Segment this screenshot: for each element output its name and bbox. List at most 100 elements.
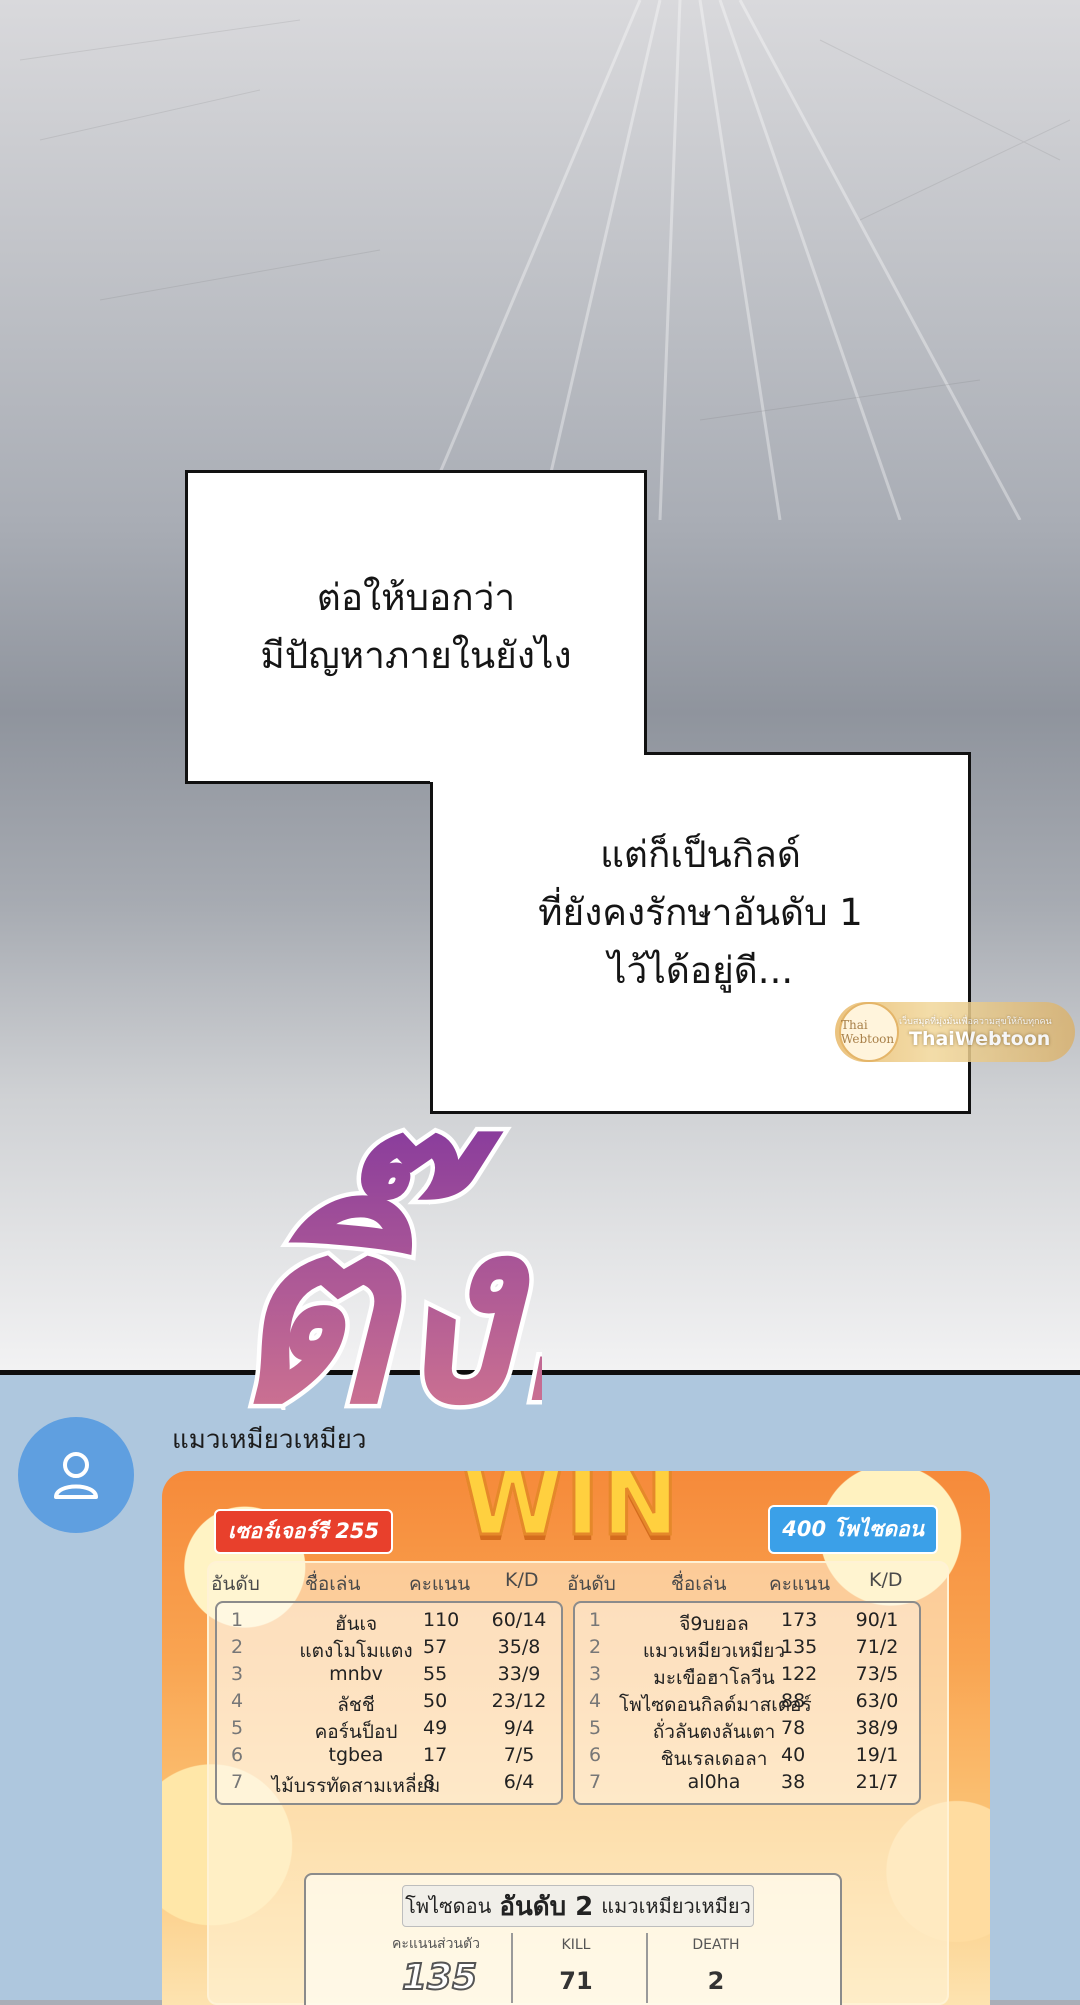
summary-player: แมวเหมียวเหมียว	[601, 1894, 751, 1918]
right-cell-rank: 6	[589, 1744, 602, 1766]
left-cell-rank: 2	[231, 1636, 244, 1658]
stat-divider-2	[646, 1933, 648, 2003]
left-cell-score: 49	[423, 1717, 448, 1739]
summary-title: โพไซดอน อันดับ 2 แมวเหมียวเหมียว	[402, 1885, 754, 1927]
left-cell-rank: 3	[231, 1663, 244, 1685]
right-table-row: 4 โพไซดอนกิลด์มาสเตอร์ 88 63/0	[575, 1690, 919, 1717]
right-table-row: 5 ถั่วลันตงลันเตา 78 38/9	[575, 1717, 919, 1744]
left-cell-score: 110	[423, 1609, 460, 1631]
right-cell-rank: 5	[589, 1717, 602, 1739]
sfx-ting: ติ๊ง!	[226, 1126, 543, 1410]
personal-score-label: คะแนนส่วนตัว	[392, 1936, 480, 1952]
right-cell-score: 135	[781, 1636, 818, 1658]
watermark-logo-text: Thai Webtoon	[841, 1018, 895, 1046]
left-cell-kd: 23/12	[491, 1690, 547, 1712]
scoreboard-panel: อันดับ ชื่อเล่น คะแนน K/D อันดับ ชื่อเล่…	[207, 1561, 949, 2005]
right-table-row: 3 มะเขือฮาโลวีน 122 73/5	[575, 1663, 919, 1690]
right-table-row: 6 ชินเรลเดอลา 40 19/1	[575, 1744, 919, 1771]
right-cell-rank: 7	[589, 1771, 602, 1793]
scoreboard-card[interactable]: WIN เซอร์เจอร์รี 255 400 โพไซดอน อันดับ …	[162, 1471, 990, 2005]
light-rays	[19, 0, 1071, 520]
watermark-name: ThaiWebtoon	[909, 1028, 1051, 1050]
avatar[interactable]	[18, 1417, 134, 1533]
right-table-row: 2 แมวเหมียวเหมียว 135 71/2	[575, 1636, 919, 1663]
player-summary: โพไซดอน อันดับ 2 แมวเหมียวเหมียว คะแนนส่…	[304, 1873, 842, 2005]
kill-value: 71	[559, 1967, 593, 1995]
right-header-kd: K/D	[869, 1569, 903, 1591]
left-team-table: 1 ฮันเจ 110 60/14 2 แตงโมโมแตง 57 35/8 3 mnbv 55 33…	[215, 1601, 563, 1805]
caption-1-line-1: ต่อให้บอกว่า	[316, 576, 516, 619]
chat-username: แมวเหมียวเหมียว	[172, 1425, 367, 1455]
caption-box-joint	[430, 752, 644, 782]
right-team-table: 1 จี9บยอล 173 90/1 2 แมวเหมียวเหมียว 135 71/2 3 ม…	[573, 1601, 921, 1805]
caption-2-line-2: ที่ยังคงรักษาอันดับ 1	[538, 891, 863, 934]
right-cell-kd: 90/1	[855, 1609, 899, 1631]
right-team-badge: 400 โพไซดอน	[768, 1505, 938, 1554]
caption-box-1: ต่อให้บอกว่า มีปัญหาภายในยังไง	[185, 470, 647, 784]
left-cell-kd: 60/14	[491, 1609, 547, 1631]
right-cell-kd: 73/5	[855, 1663, 899, 1685]
personal-score-value: 135	[401, 1956, 478, 1999]
left-table-row: 5 คอร์นป็อป 49 9/4	[217, 1717, 561, 1744]
right-cell-score: 40	[781, 1744, 806, 1766]
death-value: 2	[707, 1967, 725, 1995]
left-table-row: 6 tgbea 17 7/5	[217, 1744, 561, 1771]
right-cell-kd: 21/7	[855, 1771, 899, 1793]
left-header-score: คะแนน	[409, 1573, 471, 1595]
left-table-row: 3 mnbv 55 33/9	[217, 1663, 561, 1690]
stat-divider-1	[511, 1933, 513, 2003]
left-table-row: 2 แตงโมโมแตง 57 35/8	[217, 1636, 561, 1663]
right-cell-score: 122	[781, 1663, 818, 1685]
right-cell-rank: 4	[589, 1690, 602, 1712]
left-cell-kd: 35/8	[497, 1636, 541, 1658]
left-header-name: ชื่อเล่น	[305, 1573, 361, 1595]
right-cell-score: 88	[781, 1690, 806, 1712]
right-cell-score: 38	[781, 1771, 806, 1793]
left-cell-score: 17	[423, 1744, 448, 1766]
left-cell-score: 8	[423, 1771, 436, 1793]
caption-1-line-2: มีปัญหาภายในยังไง	[260, 634, 572, 677]
kill-label: KILL	[561, 1937, 591, 1953]
right-cell-kd: 19/1	[855, 1744, 899, 1766]
right-cell-rank: 2	[589, 1636, 602, 1658]
right-cell-kd: 63/0	[855, 1690, 899, 1712]
caption-2-line-3: ไว้ได้อยู่ดี...	[607, 949, 794, 992]
left-cell-score: 57	[423, 1636, 448, 1658]
left-cell-rank: 5	[231, 1717, 244, 1739]
summary-team: โพไซดอน	[405, 1894, 492, 1918]
watermark-tagline: เว็บสมุดที่มุ่งมั่นเพื่อความสุขให้กับทุก…	[899, 1017, 1052, 1027]
left-cell-kd: 7/5	[503, 1744, 535, 1766]
sfx-text: ติ๊ง!	[230, 1130, 542, 1410]
death-label: DEATH	[692, 1937, 740, 1953]
left-table-row: 1 ฮันเจ 110 60/14	[217, 1609, 561, 1636]
right-cell-score: 78	[781, 1717, 806, 1739]
right-cell-score: 173	[781, 1609, 818, 1631]
caption-2-line-1: แต่ก็เป็นกิลด์	[600, 833, 801, 876]
right-header-rank: อันดับ	[567, 1573, 616, 1595]
right-table-row: 7 al0ha 38 21/7	[575, 1771, 919, 1798]
left-cell-rank: 7	[231, 1771, 244, 1793]
right-cell-rank: 3	[589, 1663, 602, 1685]
left-cell-rank: 6	[231, 1744, 244, 1766]
user-icon	[54, 1452, 98, 1499]
thaiwebtoon-logo-icon: Thai Webtoon	[839, 1002, 899, 1062]
thaiwebtoon-watermark: Thai Webtoon เว็บสมุดที่มุ่งมั่นเพื่อควา…	[835, 1002, 1075, 1062]
left-cell-kd: 9/4	[503, 1717, 535, 1739]
left-cell-kd: 6/4	[503, 1771, 535, 1793]
right-table-row: 1 จี9บยอล 173 90/1	[575, 1609, 919, 1636]
left-cell-score: 50	[423, 1690, 448, 1712]
left-cell-kd: 33/9	[497, 1663, 541, 1685]
left-header-rank: อันดับ	[211, 1573, 260, 1595]
right-header-name: ชื่อเล่น	[671, 1573, 727, 1595]
right-header-score: คะแนน	[769, 1573, 831, 1595]
summary-rank: อันดับ 2	[499, 1891, 594, 1922]
left-table-row: 4 ลัชชี 50 23/12	[217, 1690, 561, 1717]
left-team-badge: เซอร์เจอร์รี 255	[214, 1509, 394, 1554]
right-cell-kd: 71/2	[855, 1636, 899, 1658]
left-cell-rank: 1	[231, 1609, 244, 1631]
left-table-row: 7 ไม้บรรทัดสามเหลี่ยม 8 6/4	[217, 1771, 561, 1798]
left-header-kd: K/D	[505, 1569, 539, 1591]
win-banner: WIN	[461, 1471, 681, 1558]
left-cell-rank: 4	[231, 1690, 244, 1712]
chat-area: แมวเหมียวเหมียว WIN เซอร์เจอร์รี 255 400…	[0, 1370, 1080, 2005]
